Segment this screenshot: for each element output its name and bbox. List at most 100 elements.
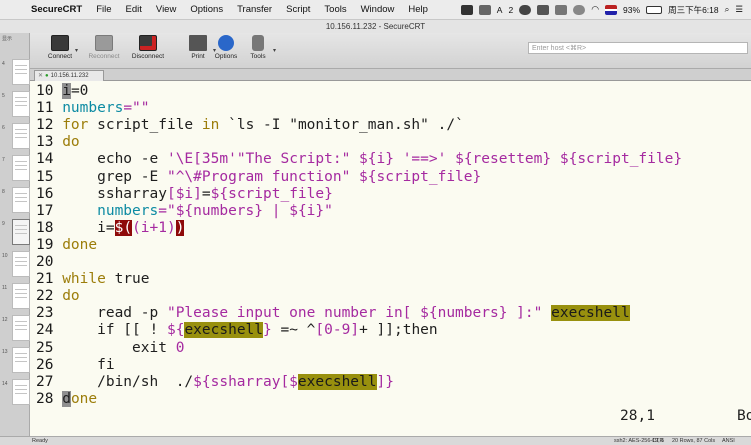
dropdown-arrow-icon[interactable]: ▾ (75, 47, 78, 54)
code-token: do (62, 288, 80, 305)
editor-scroll-position: Bo (737, 408, 751, 424)
host-input[interactable]: Enter host <⌘R> (528, 42, 748, 54)
code-token: " (324, 202, 333, 219)
terminal-line: 27 /bin/sh ./${ssharray[$execshell]} (36, 373, 394, 391)
code-token: grep -E (62, 168, 167, 185)
status-size: 20 Rows, 87 Cols (672, 438, 716, 444)
code-token: script_file (88, 117, 202, 134)
options-label: Options (214, 53, 238, 60)
thumb-number: 14 (2, 381, 8, 387)
code-token: exit (62, 339, 176, 356)
wifi-icon[interactable]: ◠ (591, 4, 599, 15)
terminal-line: 25 exit 0 (36, 340, 184, 357)
code-token: `ls -I "monitor_man.sh" ./` (219, 117, 464, 134)
menu-transfer[interactable]: Transfer (230, 4, 279, 15)
slide-thumbnail[interactable] (12, 91, 30, 117)
terminal-line: 11 numbers="" (36, 100, 150, 117)
menu-script[interactable]: Script (279, 4, 317, 15)
line-number: 24 (36, 322, 54, 339)
spotlight-icon[interactable]: ⌕ (725, 4, 730, 15)
code-token: [0-9] (315, 322, 360, 339)
slide-thumbnail[interactable] (12, 251, 30, 277)
display-icon[interactable] (478, 4, 491, 15)
slide-thumbnail[interactable] (12, 379, 30, 405)
screen-icon[interactable] (555, 4, 568, 15)
terminal-line: 21 while true (36, 271, 150, 288)
session-tab-bar: ✕ ● 10.156.11.232 (30, 69, 751, 81)
code-token: do (62, 134, 80, 151)
code-token: ${script_file} (210, 185, 333, 202)
line-number: 13 (36, 134, 54, 151)
code-token: numbers (62, 202, 159, 219)
slide-thumbnail-selected[interactable] (12, 219, 30, 245)
line-number: 23 (36, 305, 54, 322)
notification-center-icon[interactable]: ☰ (735, 4, 743, 15)
terminal-line: 19 done (36, 237, 97, 254)
disconnect-label: Disconnect (131, 53, 165, 60)
code-token: = (201, 185, 211, 202)
slide-thumbnail[interactable] (12, 59, 30, 85)
battery-percent[interactable]: 93% (623, 5, 640, 15)
line-number: 22 (36, 288, 54, 305)
mail-icon[interactable] (537, 4, 550, 15)
code-token: i= (62, 219, 115, 236)
thumb-number: 8 (2, 189, 5, 195)
session-tab[interactable]: ✕ ● 10.156.11.232 (34, 70, 104, 81)
code-token: ssharray (62, 185, 167, 202)
code-token: [$i] (166, 185, 202, 202)
code-token: $( (114, 219, 133, 236)
flag-icon[interactable] (605, 4, 618, 15)
menu-app-name[interactable]: SecureCRT (24, 4, 89, 15)
menu-edit[interactable]: Edit (119, 4, 149, 15)
disconnect-button[interactable]: Disconnect (126, 35, 170, 67)
slide-thumbnail[interactable] (12, 187, 30, 213)
finder-icon[interactable] (460, 4, 473, 15)
code-token: read -p (62, 305, 167, 322)
slide-thumbnail-strip: 显示 4 5 6 7 8 9 10 11 12 13 14 (0, 33, 30, 436)
notification-count[interactable]: 2 (508, 5, 513, 15)
code-token: ${i} (350, 151, 394, 168)
code-token: echo -e (62, 151, 167, 168)
thumb-number: 4 (2, 61, 5, 67)
reconnect-button[interactable]: Reconnect (82, 35, 126, 67)
menu-view[interactable]: View (149, 4, 183, 15)
battery-icon[interactable] (646, 5, 663, 14)
menu-file[interactable]: File (89, 4, 118, 15)
slide-thumbnail[interactable] (12, 283, 30, 309)
menu-options[interactable]: Options (183, 4, 230, 15)
code-token: i (62, 83, 71, 99)
code-token: =~ ^ (271, 322, 316, 339)
disconnect-icon (139, 35, 157, 51)
terminal-area[interactable]: 28,1 Bo 10 i=0 11 numbers="" 12 for script… (30, 81, 751, 436)
thumb-number: 12 (2, 317, 8, 323)
clock[interactable]: 周三下午6:18 (668, 4, 719, 16)
code-token: d (62, 390, 71, 407)
connect-button[interactable]: Connect ▾ (38, 35, 82, 67)
line-number: 16 (36, 185, 54, 202)
menu-window[interactable]: Window (354, 4, 402, 15)
slide-thumbnail[interactable] (12, 123, 30, 149)
code-token: numbers (62, 100, 124, 117)
dropdown-arrow-icon[interactable]: ▾ (273, 47, 276, 54)
menu-help[interactable]: Help (401, 4, 435, 15)
code-token: execshell (551, 305, 630, 322)
slide-thumbnail[interactable] (12, 347, 30, 373)
line-number: 19 (36, 236, 54, 253)
input-a-label[interactable]: A (497, 5, 503, 15)
slide-thumbnail[interactable] (12, 315, 30, 341)
code-token: "The Script:" (236, 151, 351, 168)
line-number: 12 (36, 117, 54, 134)
menu-tools[interactable]: Tools (317, 4, 353, 15)
terminal-line: 28 done (36, 390, 97, 408)
tools-button[interactable]: Tools ▾ (236, 35, 280, 67)
code-token: ${i} (289, 202, 325, 219)
slide-thumbnail[interactable] (12, 155, 30, 181)
code-token: "Please input one number in[ (166, 305, 421, 322)
code-token: '\E[35m' (166, 151, 237, 168)
terminal-line: 26 fi (36, 357, 115, 374)
code-token: ${script_file} (551, 151, 683, 168)
close-tab-icon[interactable]: ✕ (38, 73, 43, 79)
time-machine-icon[interactable] (573, 4, 586, 15)
status-ready: Ready (32, 438, 48, 444)
wechat-icon[interactable] (519, 4, 532, 15)
